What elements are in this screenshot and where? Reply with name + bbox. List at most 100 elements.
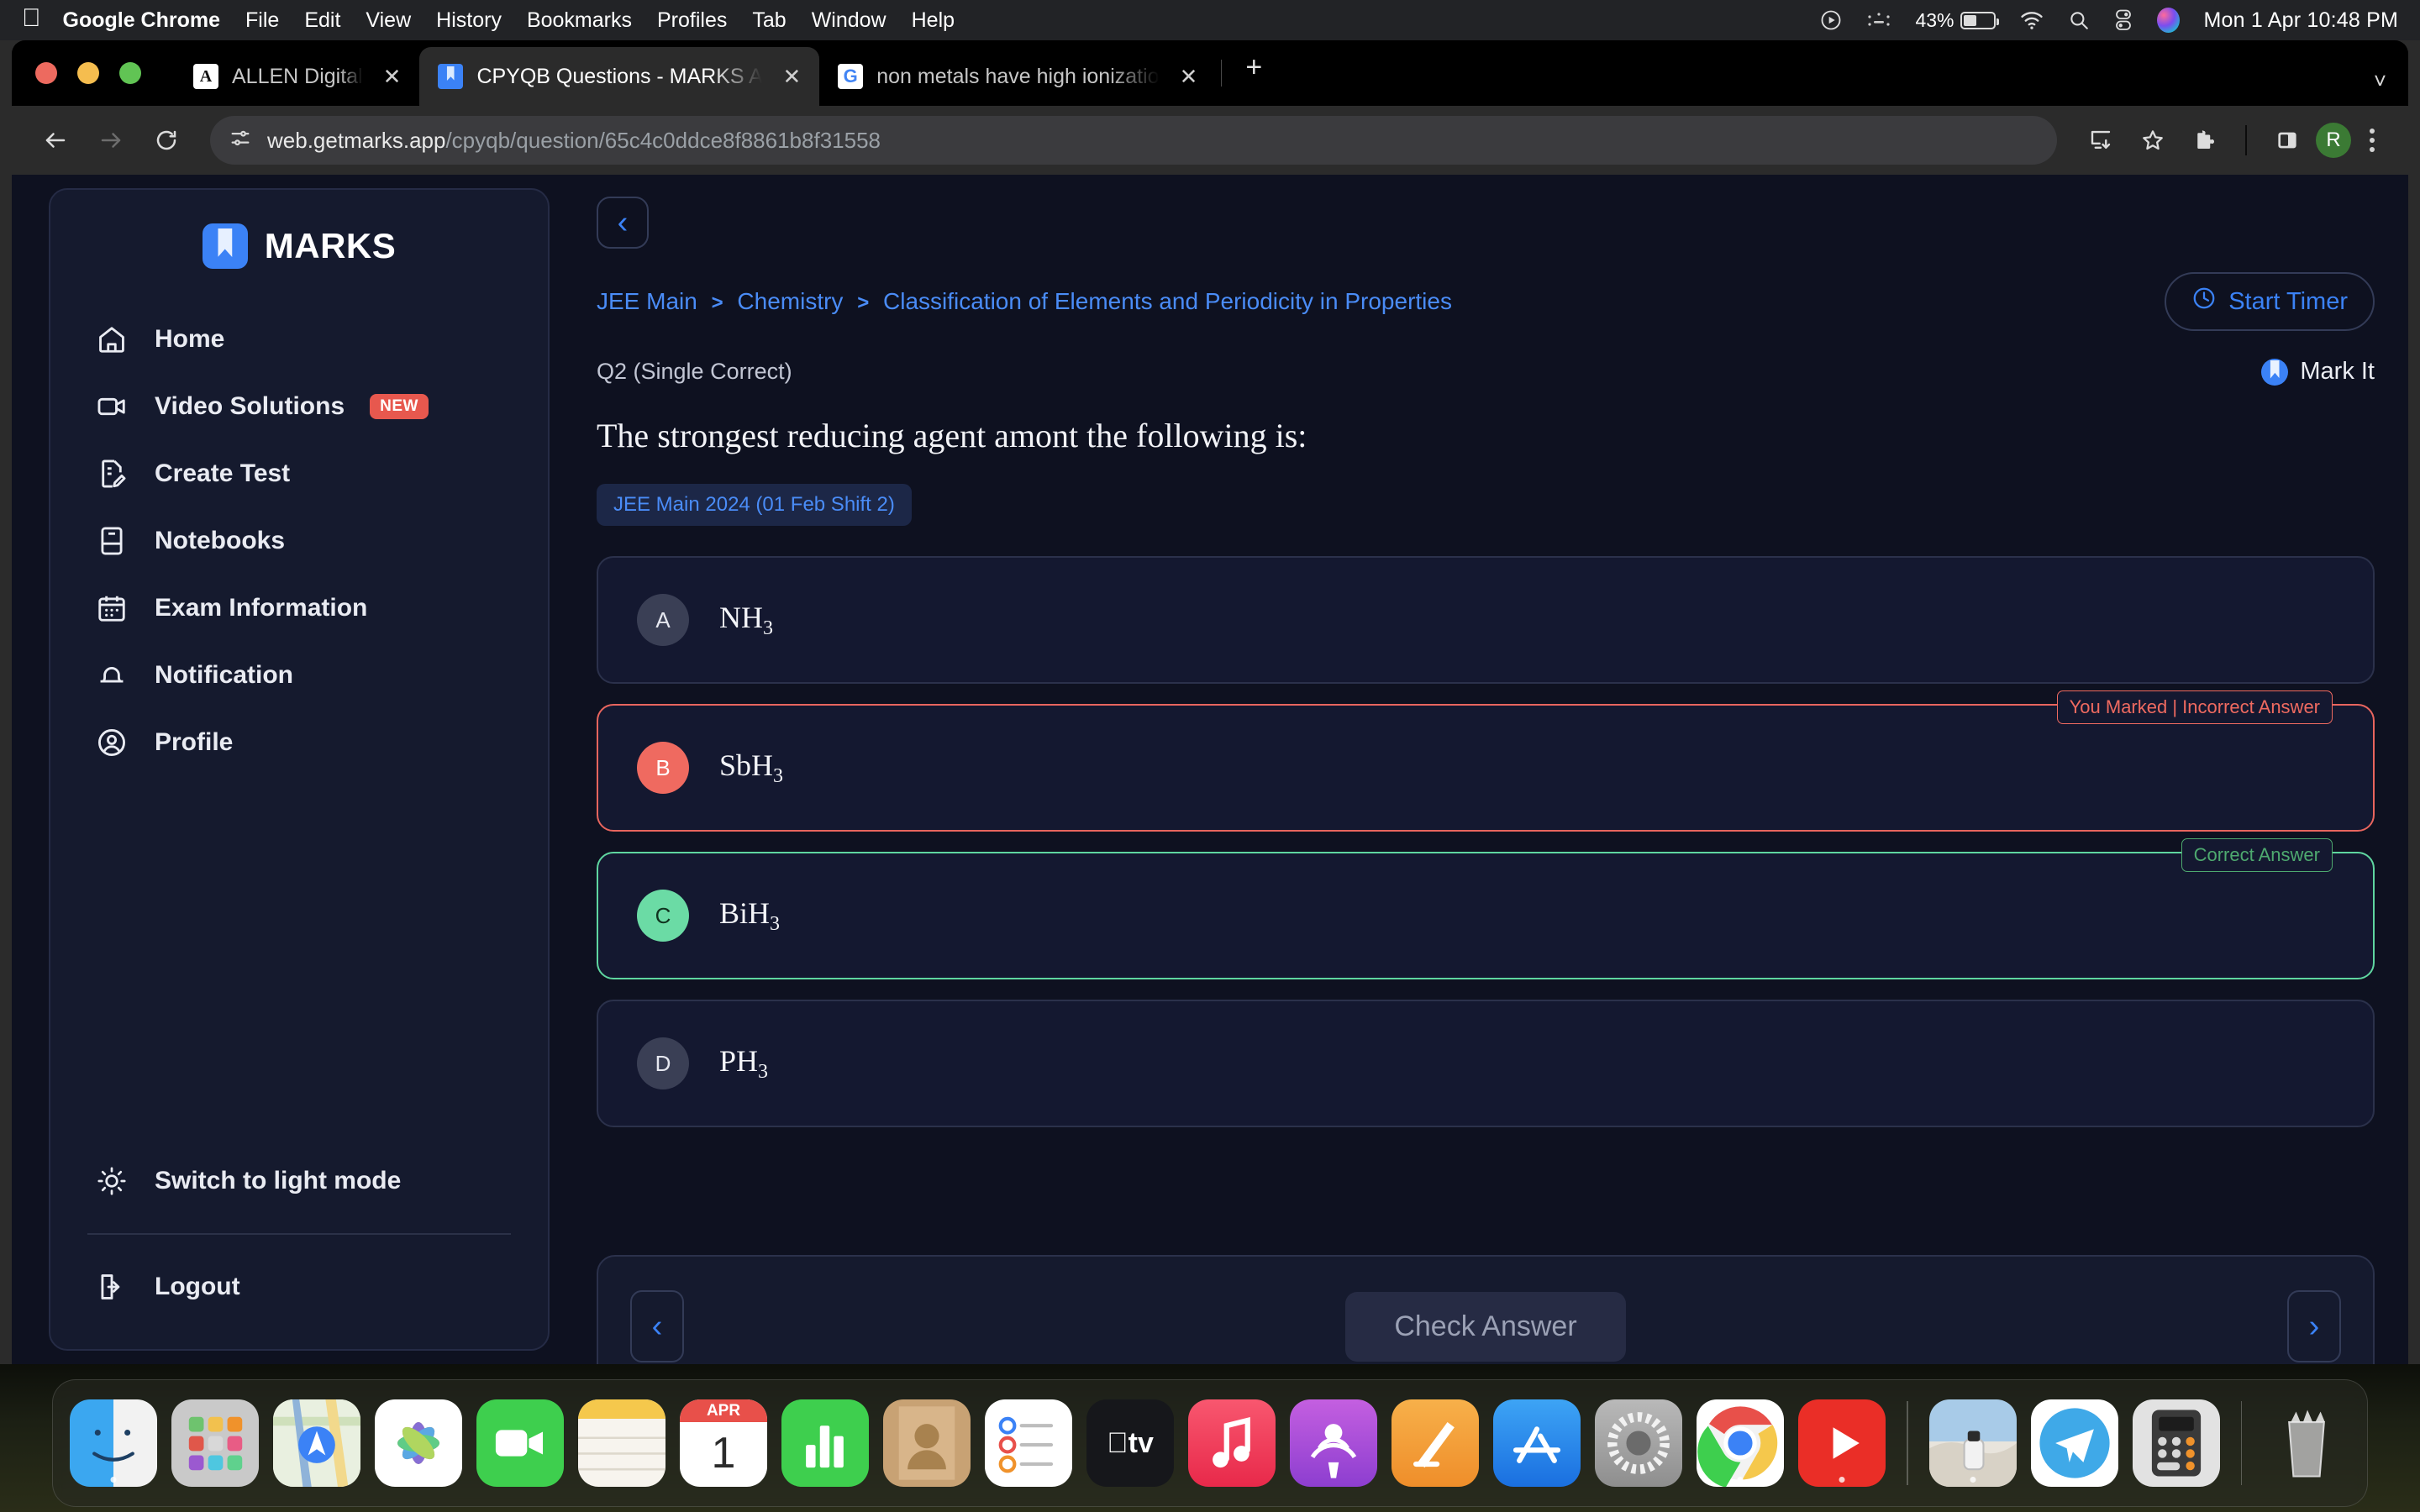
dock-item-calculator[interactable] — [2132, 1399, 2220, 1487]
menu-item-bookmarks[interactable]: Bookmarks — [527, 8, 632, 33]
document-edit-icon — [94, 456, 129, 491]
dock-item-maps[interactable] — [273, 1399, 360, 1487]
menu-item-view[interactable]: View — [366, 8, 411, 33]
sidebar-item-notification[interactable]: Notification — [50, 642, 548, 709]
dock-item-telegram[interactable] — [2030, 1399, 2118, 1487]
dock-item-music[interactable] — [1188, 1399, 1276, 1487]
siri-icon[interactable] — [2157, 8, 2181, 33]
sidebar-item-profile[interactable]: Profile — [50, 709, 548, 776]
dock-item-contacts[interactable] — [883, 1399, 971, 1487]
option-letter: B — [637, 742, 689, 794]
reload-icon[interactable] — [143, 117, 190, 164]
back-button[interactable]: ‹ — [597, 197, 649, 249]
menu-item-history[interactable]: History — [436, 8, 502, 33]
dock-item-app-store[interactable] — [1493, 1399, 1581, 1487]
menu-item-help[interactable]: Help — [912, 8, 955, 33]
menu-item-profiles[interactable]: Profiles — [657, 8, 727, 33]
maximize-window-button[interactable] — [119, 62, 141, 84]
control-center-icon[interactable] — [2113, 9, 2133, 31]
option-d[interactable]: D PH3 — [597, 1000, 2375, 1127]
dock-item-google-chrome[interactable] — [1697, 1399, 1784, 1487]
sidebar-item-create-test[interactable]: Create Test — [50, 440, 548, 507]
tab-google-search[interactable]: G non metals have high ionizatio ✕ — [819, 47, 1216, 106]
close-window-button[interactable] — [35, 62, 57, 84]
close-icon[interactable]: ✕ — [1173, 64, 1205, 90]
dock-item-calendar[interactable]: APR 1 — [680, 1399, 767, 1487]
dock-item-trash[interactable] — [2263, 1399, 2350, 1487]
tune-icon[interactable] — [229, 127, 252, 155]
close-icon[interactable]: ✕ — [776, 64, 808, 90]
dock-item-photos[interactable] — [375, 1399, 462, 1487]
apple-icon[interactable]:  — [22, 6, 41, 31]
dock-item-system-settings[interactable] — [1595, 1399, 1682, 1487]
star-icon[interactable] — [2129, 117, 2176, 164]
dock-item-finder[interactable] — [70, 1399, 157, 1487]
menu-bar-clock[interactable]: Mon 1 Apr 10:48 PM — [2203, 8, 2398, 33]
chevron-right-icon: › — [2308, 1308, 2320, 1344]
puzzle-icon[interactable] — [2181, 117, 2228, 164]
arrow-right-icon[interactable] — [87, 117, 134, 164]
dock-item-apple-tv[interactable]: tv — [1086, 1399, 1174, 1487]
new-tab-button[interactable]: + — [1227, 51, 1281, 84]
dock-item-notes[interactable] — [578, 1399, 666, 1487]
tab-strip: A ALLEN Digital ✕ CPYQB Questions - MARK… — [12, 40, 2408, 106]
brand[interactable]: MARKS — [50, 223, 548, 269]
theme-toggle-button[interactable]: Switch to light mode — [50, 1147, 548, 1215]
option-c[interactable]: Correct Answer C BiH3 — [597, 838, 2375, 979]
address-bar[interactable]: web.getmarks.app/cpyqb/question/65c4c0dd… — [210, 116, 2057, 165]
play-circle-icon[interactable] — [1819, 8, 1843, 32]
sidebar-item-notebooks[interactable]: Notebooks — [50, 507, 548, 575]
option-b[interactable]: You Marked | Incorrect Answer B SbH3 — [597, 690, 2375, 832]
notes-icon — [578, 1399, 666, 1487]
kebab-menu-icon[interactable] — [2356, 129, 2388, 152]
start-timer-button[interactable]: Start Timer — [2165, 272, 2375, 331]
battery-indicator[interactable]: 43% — [1915, 9, 2000, 32]
chevron-down-icon[interactable]: ˅ — [2374, 68, 2386, 94]
breadcrumb-item-subject[interactable]: Chemistry — [737, 288, 843, 314]
menu-item-edit[interactable]: Edit — [304, 8, 340, 33]
dock-item-reminders[interactable] — [985, 1399, 1072, 1487]
calendar-day: 1 — [711, 1429, 736, 1478]
logout-label: Logout — [155, 1273, 240, 1300]
tab-title: non metals have high ionizatio — [876, 64, 1160, 88]
sidebar-item-home[interactable]: Home — [50, 306, 548, 373]
install-app-icon[interactable] — [2077, 117, 2124, 164]
allen-favicon: A — [193, 64, 218, 89]
dock-item-numbers[interactable] — [781, 1399, 869, 1487]
browser-toolbar: web.getmarks.app/cpyqb/question/65c4c0dd… — [12, 106, 2408, 175]
tab-cpyqb-questions[interactable]: CPYQB Questions - MARKS A ✕ — [419, 47, 820, 106]
breadcrumb-item-exam[interactable]: JEE Main — [597, 288, 697, 314]
menu-item-tab[interactable]: Tab — [752, 8, 786, 33]
menu-item-window[interactable]: Window — [812, 8, 886, 33]
dock-item-screenshot-folder[interactable] — [1928, 1399, 2017, 1487]
search-icon[interactable] — [2068, 9, 2090, 31]
next-question-button[interactable]: › — [2286, 1290, 2341, 1362]
logout-button[interactable]: Logout — [50, 1253, 548, 1320]
close-icon[interactable]: ✕ — [376, 64, 408, 90]
dots-status-icon[interactable] — [1866, 12, 1891, 29]
dock-item-freeform[interactable] — [1392, 1399, 1479, 1487]
previous-question-button[interactable]: ‹ — [630, 1290, 684, 1362]
menu-item-file[interactable]: File — [245, 8, 279, 33]
launchpad-icon — [171, 1399, 259, 1487]
sidebar-item-label: Home — [155, 325, 225, 353]
arrow-left-icon[interactable] — [32, 117, 79, 164]
sidebar-item-exam-information[interactable]: Exam Information — [50, 575, 548, 642]
google-chrome-icon — [1697, 1399, 1784, 1487]
dock-item-podcasts[interactable] — [1290, 1399, 1377, 1487]
tab-allen-digital[interactable]: A ALLEN Digital ✕ — [175, 47, 419, 106]
side-panel-icon[interactable] — [2264, 117, 2311, 164]
menu-item-google-chrome[interactable]: Google Chrome — [63, 8, 221, 33]
mark-it-button[interactable]: Mark It — [2261, 358, 2375, 386]
breadcrumb-item-chapter[interactable]: Classification of Elements and Periodici… — [883, 288, 1452, 314]
sidebar-item-video-solutions[interactable]: Video Solutions NEW — [50, 373, 548, 440]
check-answer-button[interactable]: Check Answer — [1345, 1291, 1626, 1362]
option-letter: D — [637, 1037, 689, 1089]
minimize-window-button[interactable] — [77, 62, 99, 84]
wifi-icon[interactable] — [2019, 10, 2044, 30]
profile-avatar[interactable]: R — [2316, 123, 2351, 158]
dock-item-launchpad[interactable] — [171, 1399, 259, 1487]
option-a[interactable]: A NH3 — [597, 556, 2375, 684]
dock-item-youtube[interactable] — [1798, 1399, 1886, 1487]
dock-item-facetime[interactable] — [476, 1399, 564, 1487]
